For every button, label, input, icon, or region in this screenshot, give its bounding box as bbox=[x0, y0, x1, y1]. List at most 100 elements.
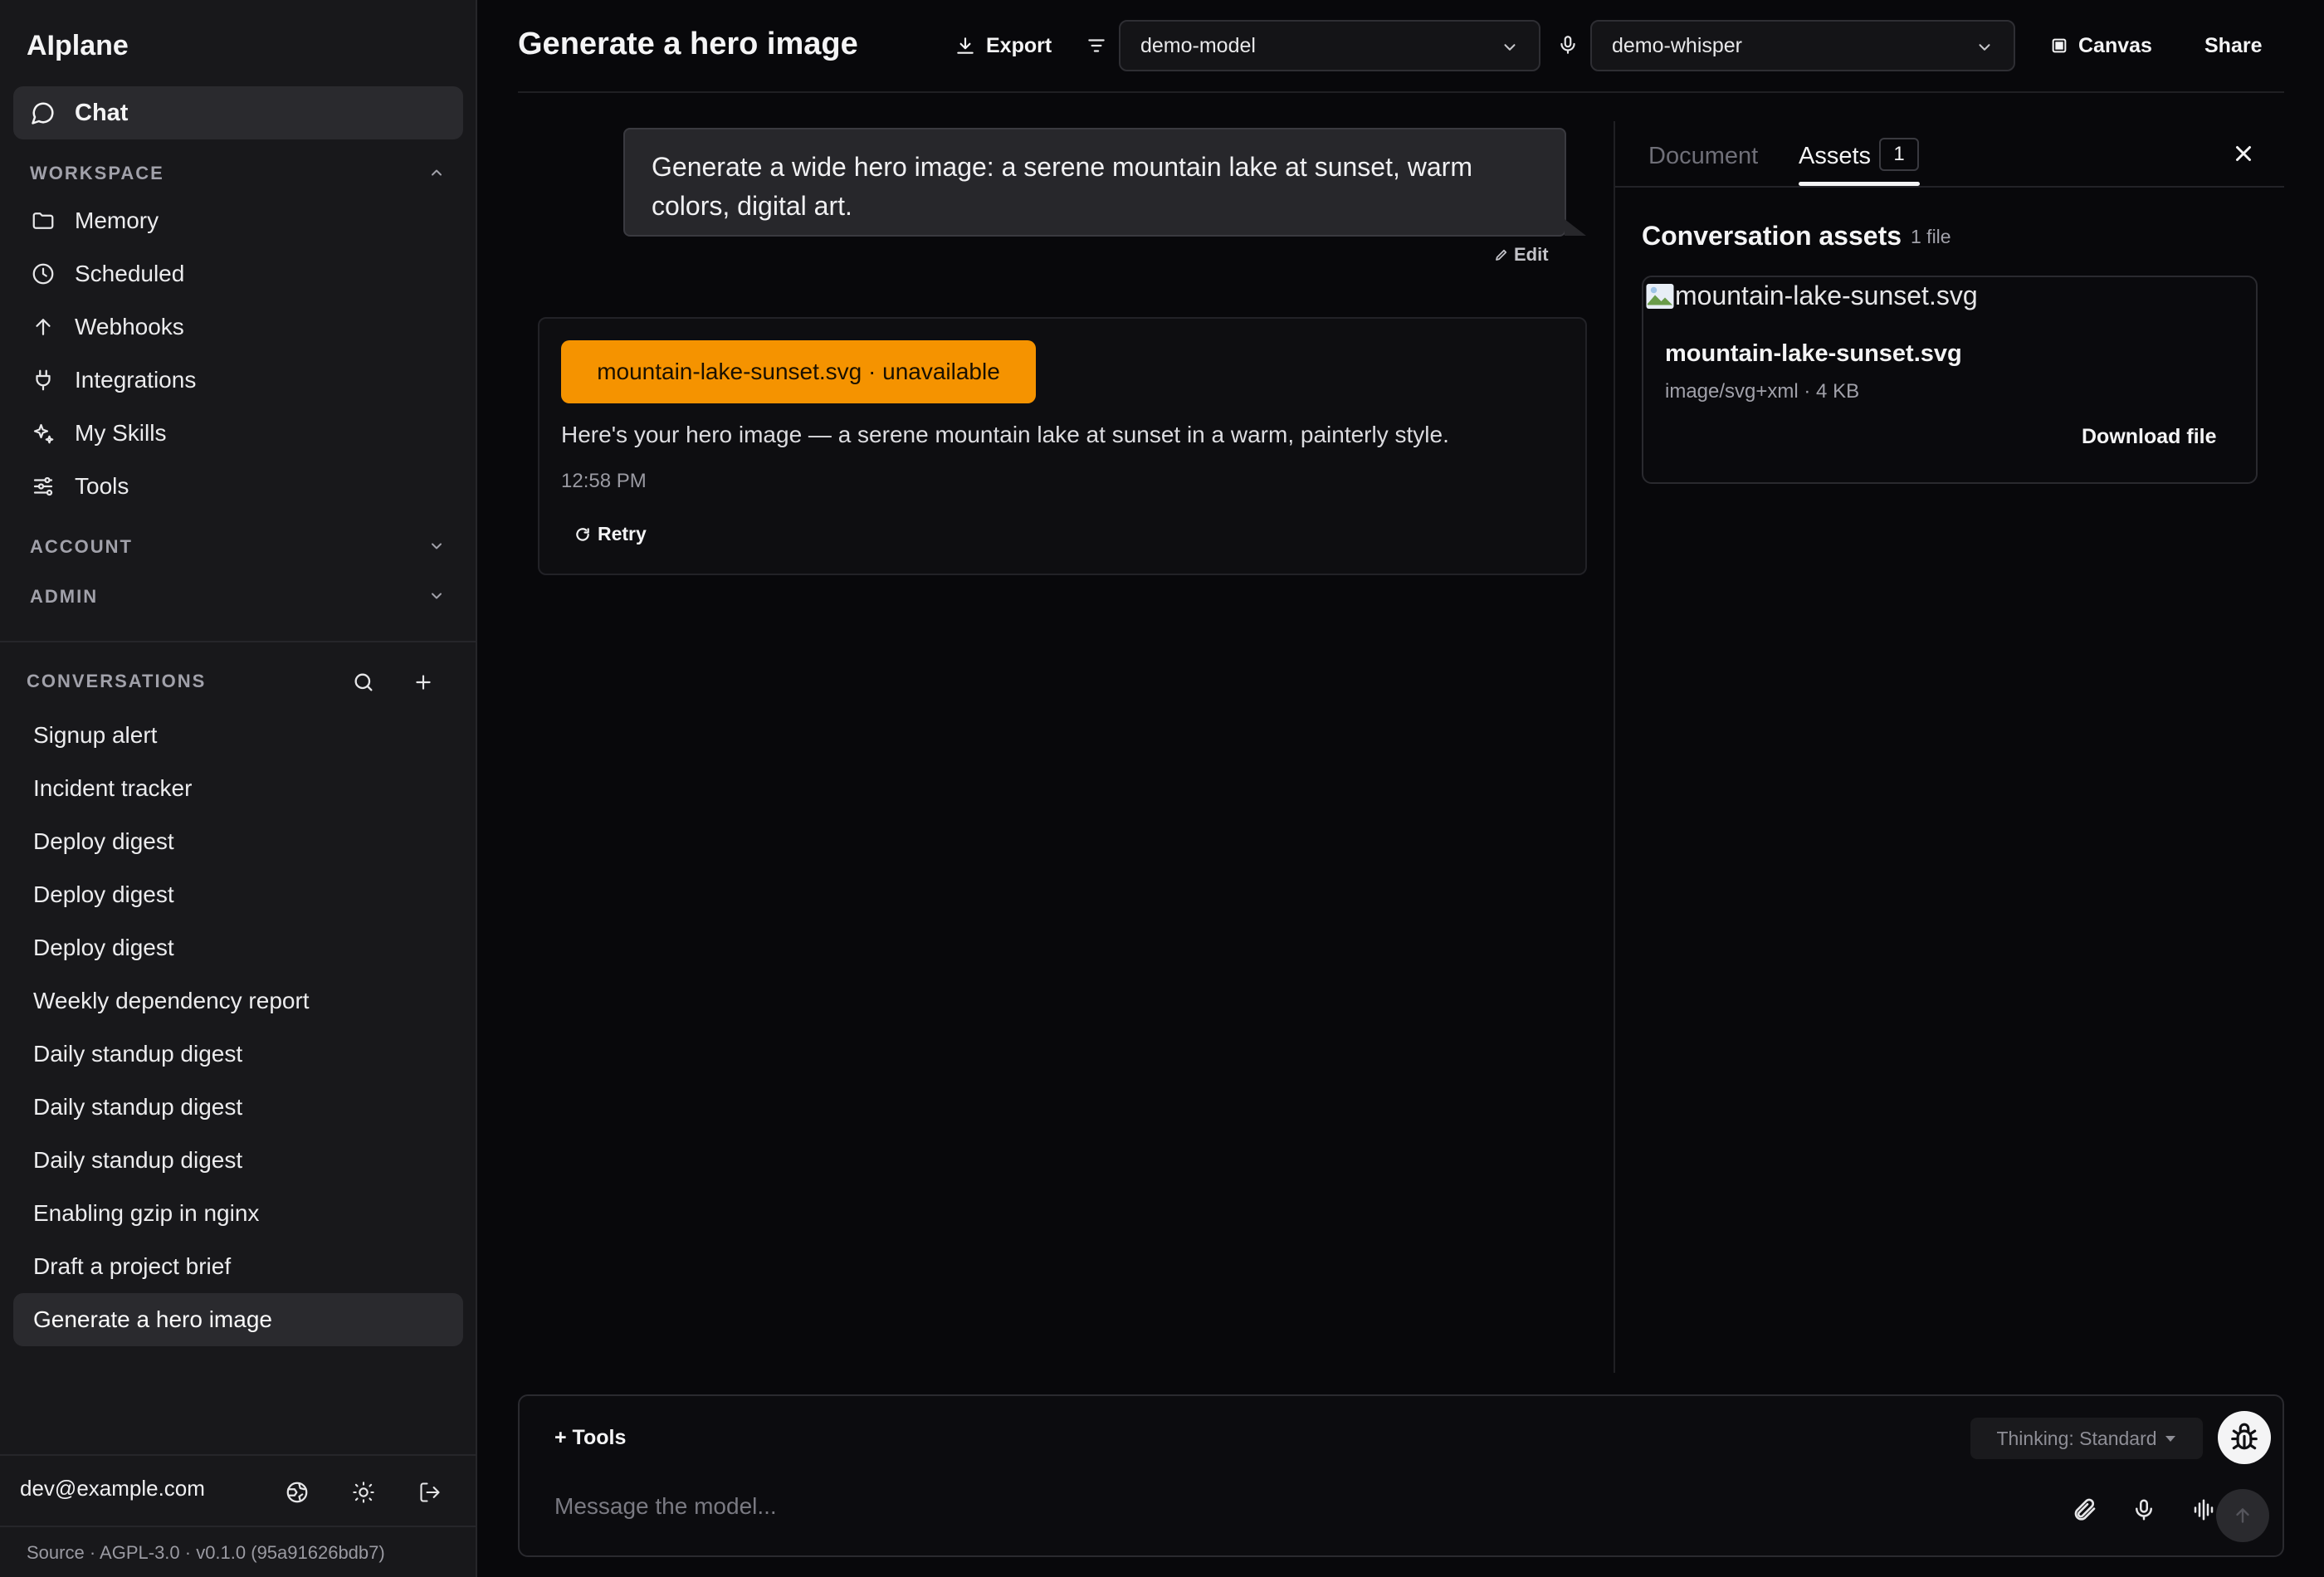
microphone-icon[interactable] bbox=[2126, 1492, 2161, 1527]
assets-count-badge: 1 bbox=[1879, 138, 1919, 171]
arrow-up-icon bbox=[2232, 1505, 2253, 1526]
sliders-icon bbox=[28, 474, 58, 499]
conversations-heading: CONVERSATIONS bbox=[27, 671, 207, 691]
asset-preview-image: mountain-lake-sunset.svg bbox=[1645, 281, 1978, 311]
divider bbox=[0, 1526, 477, 1527]
asset-alt-text: mountain-lake-sunset.svg bbox=[1675, 281, 1978, 310]
asset-meta: image/svg+xml · 4 KB bbox=[1665, 380, 1860, 403]
asset-filename: mountain-lake-sunset.svg bbox=[1665, 340, 1962, 367]
user-message: Generate a wide hero image: a serene mou… bbox=[623, 128, 1566, 237]
thinking-level-select[interactable]: Thinking: Standard bbox=[1970, 1418, 2203, 1459]
conversation-item-active[interactable]: Generate a hero image bbox=[13, 1293, 463, 1346]
folder-icon bbox=[28, 208, 58, 233]
chevron-down-icon[interactable] bbox=[428, 588, 445, 604]
divider bbox=[0, 641, 477, 642]
search-conversations-icon[interactable] bbox=[349, 667, 378, 697]
edit-label: Edit bbox=[1514, 244, 1549, 265]
tab-assets[interactable]: Assets bbox=[1799, 143, 1871, 170]
asset-card: mountain-lake-sunset.svg mountain-lake-s… bbox=[1642, 276, 2258, 484]
assistant-message-text: Here's your hero image — a serene mounta… bbox=[561, 422, 1449, 447]
microphone-icon bbox=[1557, 33, 1579, 56]
conversation-item[interactable]: Draft a project brief bbox=[13, 1240, 463, 1293]
globe-icon[interactable] bbox=[281, 1476, 314, 1509]
download-file-button[interactable]: Download file bbox=[2082, 425, 2217, 449]
message-timestamp: 12:58 PM bbox=[561, 470, 647, 492]
unavailable-file-pill[interactable]: mountain-lake-sunset.svg · unavailable bbox=[561, 340, 1036, 403]
assets-file-count: 1 file bbox=[1911, 226, 1951, 247]
sidebar-item-webhooks[interactable]: Webhooks bbox=[13, 302, 463, 352]
thinking-label: Thinking: Standard bbox=[1996, 1427, 2157, 1449]
conversation-item[interactable]: Deploy digest bbox=[13, 868, 463, 921]
tools-button[interactable]: + Tools bbox=[554, 1426, 626, 1450]
section-admin-label[interactable]: ADMIN bbox=[30, 586, 98, 608]
chevron-down-icon[interactable] bbox=[428, 538, 445, 554]
sidebar-item-label: Memory bbox=[75, 208, 159, 233]
chat-bubble-icon bbox=[28, 100, 58, 125]
plug-icon bbox=[28, 368, 58, 393]
clock-icon bbox=[28, 261, 58, 286]
section-account-label[interactable]: ACCOUNT bbox=[30, 536, 133, 558]
conversation-item[interactable]: Daily standup digest bbox=[13, 1134, 463, 1187]
sidebar: AIplane Chat WORKSPACE Memory Scheduled … bbox=[0, 0, 477, 1577]
canvas-button[interactable]: Canvas bbox=[2050, 25, 2152, 66]
assets-title: Conversation assets bbox=[1642, 221, 1902, 251]
send-button[interactable] bbox=[2216, 1489, 2269, 1542]
conversation-item[interactable]: Incident tracker bbox=[13, 762, 463, 815]
paperclip-icon[interactable] bbox=[2067, 1492, 2102, 1527]
panel-divider bbox=[1614, 121, 1615, 1373]
model-select[interactable]: demo-model bbox=[1119, 20, 1540, 71]
model-select-value: demo-model bbox=[1140, 33, 1256, 57]
sparkles-icon bbox=[28, 421, 58, 446]
composer: + Tools Thinking: Standard bbox=[518, 1394, 2284, 1557]
sidebar-item-my-skills[interactable]: My Skills bbox=[13, 408, 463, 458]
close-panel-icon[interactable] bbox=[2231, 141, 2258, 168]
page-title: Generate a hero image bbox=[518, 27, 858, 61]
logout-icon[interactable] bbox=[413, 1476, 447, 1509]
export-button[interactable]: Export bbox=[954, 25, 1052, 66]
download-icon bbox=[954, 35, 976, 56]
caret-down-icon bbox=[2164, 1433, 2177, 1443]
chevron-down-icon bbox=[1975, 38, 1994, 56]
edit-message-button[interactable]: Edit bbox=[1494, 244, 1549, 266]
sidebar-item-memory[interactable]: Memory bbox=[13, 196, 463, 246]
tabs-divider bbox=[1615, 186, 2284, 188]
sidebar-item-label: Scheduled bbox=[75, 261, 185, 286]
voice-model-select[interactable]: demo-whisper bbox=[1590, 20, 2015, 71]
chevron-up-icon[interactable] bbox=[428, 164, 445, 181]
conversation-item[interactable]: Deploy digest bbox=[13, 815, 463, 868]
retry-button[interactable]: Retry bbox=[574, 523, 647, 545]
sidebar-item-chat[interactable]: Chat bbox=[13, 86, 463, 139]
filter-icon[interactable] bbox=[1086, 35, 1107, 56]
retry-label: Retry bbox=[598, 523, 647, 544]
message-input[interactable] bbox=[554, 1486, 1716, 1527]
share-button[interactable]: Share bbox=[2204, 25, 2262, 66]
sidebar-item-label: Webhooks bbox=[75, 314, 184, 339]
sidebar-item-integrations[interactable]: Integrations bbox=[13, 355, 463, 405]
pencil-icon bbox=[1494, 247, 1509, 262]
bug-icon bbox=[2229, 1422, 2260, 1453]
voice-select-value: demo-whisper bbox=[1612, 33, 1743, 57]
conversation-item[interactable]: Deploy digest bbox=[13, 921, 463, 974]
conversation-item[interactable]: Daily standup digest bbox=[13, 1081, 463, 1134]
tab-document[interactable]: Document bbox=[1648, 143, 1758, 170]
new-conversation-plus-icon[interactable] bbox=[408, 667, 438, 697]
app-logo: AIplane bbox=[27, 30, 129, 61]
export-label: Export bbox=[986, 33, 1052, 57]
conversation-item[interactable]: Daily standup digest bbox=[13, 1028, 463, 1081]
footer-source-link[interactable]: Source · AGPL-3.0 · v0.1.0 (95a91626bdb7… bbox=[27, 1542, 385, 1564]
header-divider bbox=[518, 91, 2284, 93]
section-workspace-label[interactable]: WORKSPACE bbox=[30, 163, 164, 184]
sidebar-item-label: Chat bbox=[75, 99, 129, 126]
conversation-item[interactable]: Enabling gzip in nginx bbox=[13, 1187, 463, 1240]
conversation-item[interactable]: Signup alert bbox=[13, 709, 463, 762]
sidebar-item-tools[interactable]: Tools bbox=[13, 461, 463, 511]
sidebar-item-label: Tools bbox=[75, 473, 129, 499]
sun-theme-icon[interactable] bbox=[347, 1476, 380, 1509]
sidebar-item-scheduled[interactable]: Scheduled bbox=[13, 249, 463, 299]
user-email: dev@example.com bbox=[20, 1476, 205, 1501]
assistant-message: mountain-lake-sunset.svg · unavailable H… bbox=[538, 317, 1587, 575]
conversation-item[interactable]: Weekly dependency report bbox=[13, 974, 463, 1028]
chevron-down-icon bbox=[1501, 38, 1519, 56]
divider bbox=[0, 1454, 477, 1456]
debug-bug-button[interactable] bbox=[2218, 1411, 2271, 1464]
